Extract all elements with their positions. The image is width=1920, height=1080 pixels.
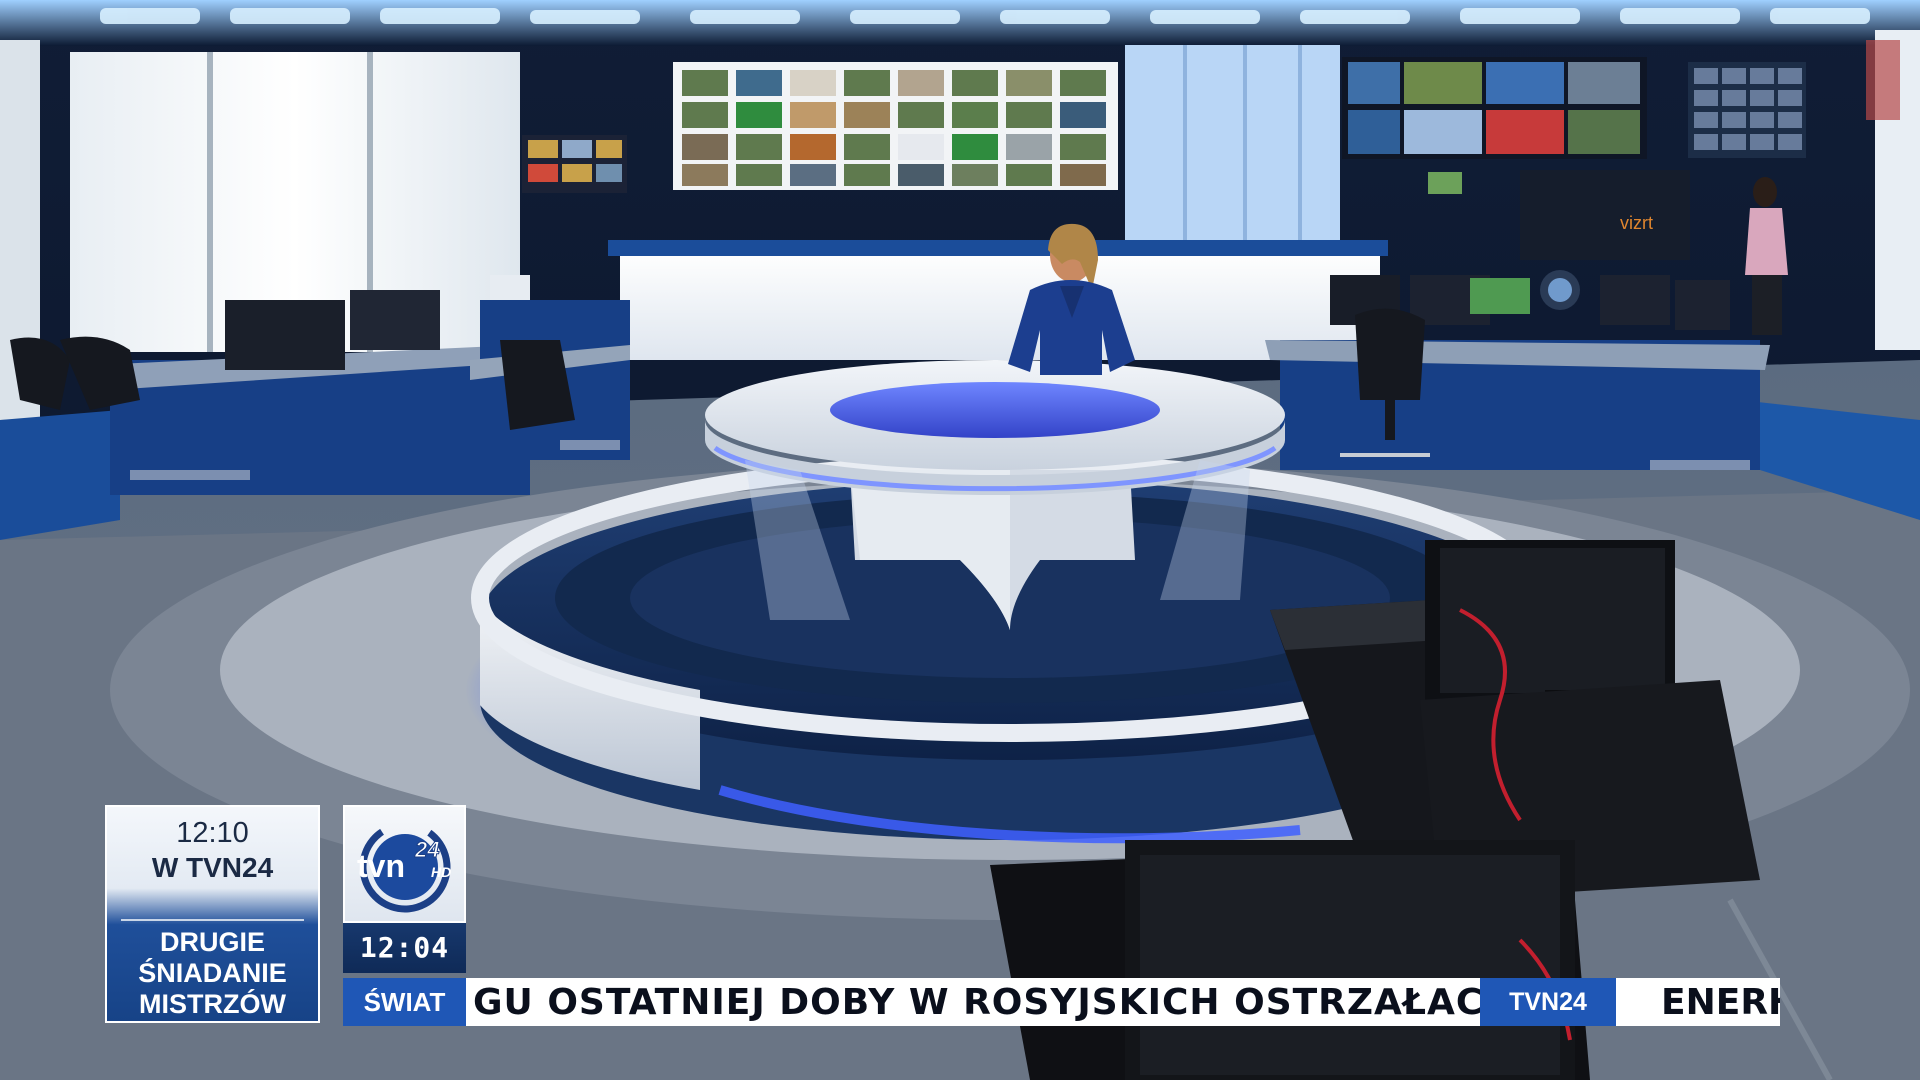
clock-box: 12:04	[343, 923, 466, 973]
logo-hd-badge: HD	[431, 864, 451, 880]
next-program-title-line: MISTRZÓW	[139, 989, 286, 1019]
channel-logo: tvn 24 HD	[343, 805, 466, 923]
next-program-title: DRUGIE ŚNIADANIE MISTRZÓW	[113, 927, 312, 1020]
next-program-box: 12:10 W TVN24 DRUGIE ŚNIADANIE MISTRZÓW	[105, 805, 320, 1023]
logo-number: 24	[414, 837, 439, 862]
vizrt-wall-label: vizrt	[1620, 213, 1653, 233]
ticker-headline: GU OSTATNIEJ DOBY W ROSYJSKICH OSTRZAŁAC…	[473, 982, 1515, 1023]
next-program-channel: W TVN24	[151, 852, 274, 883]
next-program-time: 12:10	[176, 817, 249, 849]
clock-time: 12:04	[359, 931, 450, 964]
ticker-next-headline: ENERH	[1661, 982, 1780, 1023]
broadcast-frame: vizrt 12:10 W TVN24 DRUGIE ŚNIADANIE MIS…	[0, 0, 1920, 1080]
news-ticker: ŚWIAT GU OSTATNIEJ DOBY W ROSYJSKICH OST…	[343, 978, 1780, 1026]
logo-wordmark: tvn	[357, 848, 405, 884]
next-program-title-line: ŚNIADANIE	[138, 958, 287, 988]
next-program-title-line: DRUGIE	[159, 927, 265, 957]
next-program-divider	[121, 919, 304, 921]
ticker-category: ŚWIAT	[343, 978, 466, 1026]
ticker-brand-label: TVN24	[1480, 978, 1616, 1026]
